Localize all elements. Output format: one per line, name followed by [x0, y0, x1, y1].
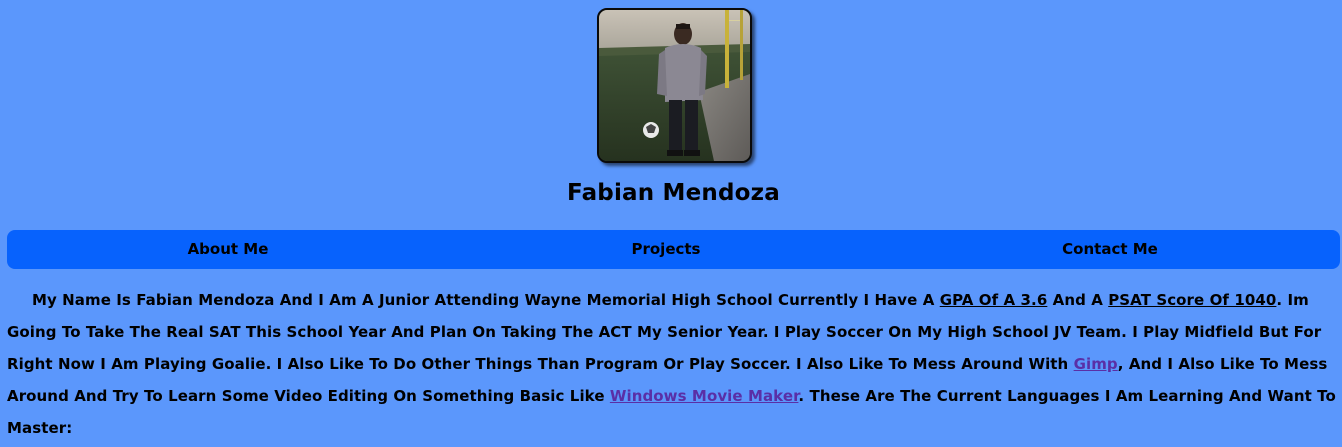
- nav-bar: About Me Projects Contact Me: [7, 230, 1340, 269]
- gpa-text: GPA Of A 3.6: [939, 291, 1048, 309]
- page-title: Fabian Mendoza: [567, 180, 780, 206]
- bio-paragraph: My Name Is Fabian Mendoza And I Am A Jun…: [7, 284, 1337, 444]
- gimp-link[interactable]: Gimp: [1074, 355, 1118, 373]
- nav-about-me[interactable]: About Me: [157, 230, 299, 269]
- nav-contact-me[interactable]: Contact Me: [1030, 230, 1190, 269]
- windows-movie-maker-link[interactable]: Windows Movie Maker: [610, 387, 799, 405]
- profile-photo-image: [599, 10, 750, 161]
- nav-projects[interactable]: Projects: [593, 230, 739, 269]
- bio-text-2: And A: [1047, 291, 1109, 309]
- bio-text-1: My Name Is Fabian Mendoza And I Am A Jun…: [32, 291, 940, 309]
- psat-text: PSAT Score Of 1040: [1108, 291, 1277, 309]
- page: Fabian Mendoza About Me Projects Contact…: [0, 0, 1342, 447]
- profile-photo: [597, 8, 752, 163]
